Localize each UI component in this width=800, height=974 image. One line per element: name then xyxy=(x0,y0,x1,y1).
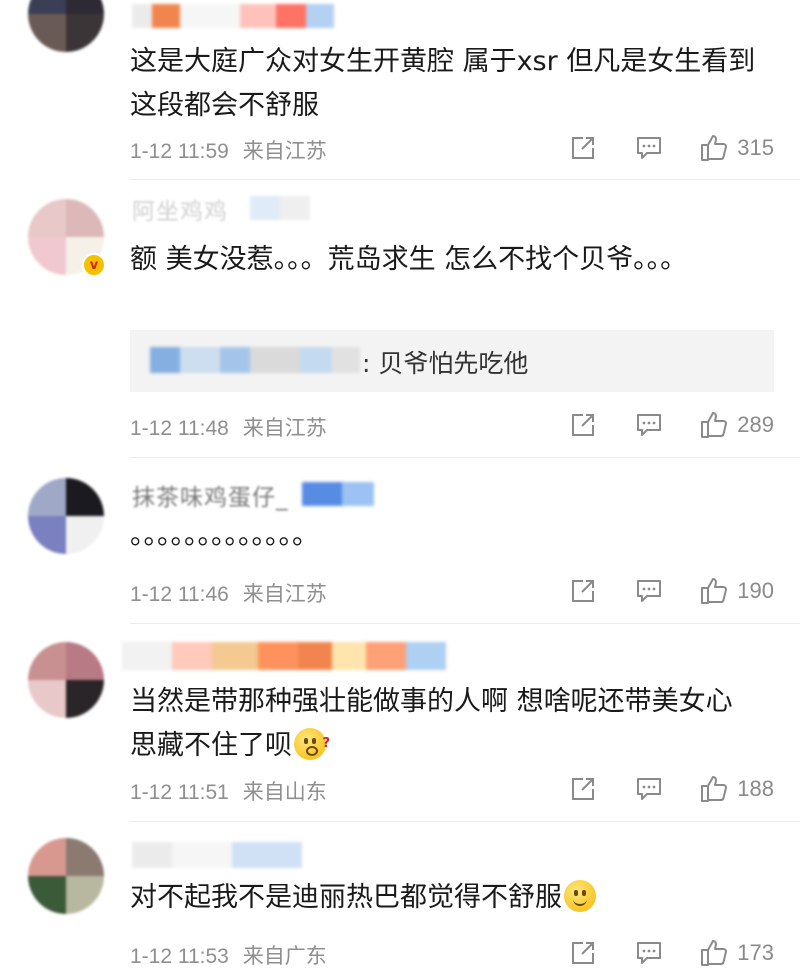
avatar[interactable] xyxy=(28,642,104,718)
like-button[interactable]: 289 xyxy=(699,410,774,440)
like-button[interactable]: 173 xyxy=(699,938,774,968)
share-icon[interactable] xyxy=(569,577,597,605)
avatar-tile xyxy=(28,0,66,14)
avatar-tile xyxy=(66,516,104,554)
emoji-mouth xyxy=(306,746,318,756)
username-redacted[interactable] xyxy=(132,4,334,28)
username[interactable]: 抹茶味鸡蛋仔_ xyxy=(132,478,289,512)
comment-location: 来自江苏 xyxy=(242,417,327,440)
like-button[interactable]: 190 xyxy=(699,576,774,606)
avatar-tile xyxy=(66,14,104,52)
comment-time: 1-12 11:53 xyxy=(130,945,229,968)
comment-text-content: 对不起我不是迪丽热巴都觉得不舒服 xyxy=(130,882,562,913)
username[interactable]: 阿坐鸡鸡 xyxy=(132,192,228,226)
avatar-tile xyxy=(28,642,66,680)
comment-actions: 190 xyxy=(569,576,774,606)
smile-emoji-icon xyxy=(564,880,596,912)
like-count: 289 xyxy=(737,412,774,437)
verified-mark: v xyxy=(89,257,99,273)
comment-text: 这是大庭广众对女生开黄腔 属于xsr 但凡是女生看到这段都会不舒服 xyxy=(130,46,756,121)
avatar-tile xyxy=(28,199,66,237)
verified-badge-icon: v xyxy=(82,253,106,277)
avatar-tile xyxy=(28,680,66,718)
avatar-tile xyxy=(66,838,104,876)
comment-actions: 188 xyxy=(569,774,774,804)
comment-location: 来自江苏 xyxy=(242,583,327,606)
avatar-tile xyxy=(66,0,104,14)
emoji-mouth xyxy=(573,897,587,906)
username-redacted[interactable] xyxy=(132,842,302,868)
comment-icon[interactable] xyxy=(635,134,663,162)
avatar-tile xyxy=(66,876,104,914)
comment-time: 1-12 11:59 xyxy=(130,140,229,163)
share-icon[interactable] xyxy=(569,411,597,439)
avatar-tile xyxy=(28,876,66,914)
comment-location: 来自广东 xyxy=(242,945,327,968)
comment-icon[interactable] xyxy=(635,775,663,803)
comment-actions: 173 xyxy=(569,938,774,968)
avatar-tile xyxy=(28,237,66,275)
username-redacted xyxy=(250,196,310,220)
comment-actions: 289 xyxy=(569,410,774,440)
divider xyxy=(130,457,800,458)
like-count: 190 xyxy=(737,578,774,603)
username-redacted xyxy=(302,482,374,506)
avatar-tile xyxy=(66,680,104,718)
avatar-tile xyxy=(28,14,66,52)
reply-username-redacted xyxy=(150,347,360,373)
username-redacted[interactable] xyxy=(122,642,446,670)
like-count: 315 xyxy=(737,135,774,160)
like-icon xyxy=(701,776,728,802)
comment-text: 当然是带那种强壮能做事的人啊 想啥呢还带美女心思藏不住了呗? xyxy=(130,680,750,768)
avatar-tile xyxy=(28,838,66,876)
like-icon xyxy=(701,578,728,604)
thinking-emoji-icon: ? xyxy=(294,728,330,760)
avatar-tile xyxy=(66,478,104,516)
comment-meta: 1-12 11:53 来自广东 xyxy=(130,940,327,970)
comment-meta: 1-12 11:59 来自江苏 xyxy=(130,135,327,165)
comment-text: 额 美女没惹。。。荒岛求生 怎么不找个贝爷。。。 xyxy=(130,244,688,275)
comment-text: 对不起我不是迪丽热巴都觉得不舒服 xyxy=(130,876,770,920)
divider xyxy=(130,179,800,180)
divider xyxy=(130,821,800,822)
reply-text: : 贝爷怕先吃他 xyxy=(362,349,529,378)
like-button[interactable]: 188 xyxy=(699,774,774,804)
like-icon xyxy=(701,135,728,161)
like-count: 188 xyxy=(737,776,774,801)
avatar-tile xyxy=(66,642,104,680)
avatar-tile xyxy=(28,516,66,554)
like-count: 173 xyxy=(737,940,774,965)
comment-meta: 1-12 11:46 来自江苏 xyxy=(130,578,327,608)
comment-time: 1-12 11:46 xyxy=(130,583,229,606)
comment-text-content: 当然是带那种强壮能做事的人啊 想啥呢还带美女心思藏不住了呗 xyxy=(130,686,733,761)
share-icon[interactable] xyxy=(569,939,597,967)
comment-icon[interactable] xyxy=(635,411,663,439)
reply-preview[interactable]: : 贝爷怕先吃他 xyxy=(130,330,774,392)
avatar[interactable] xyxy=(28,0,104,52)
comment-location: 来自山东 xyxy=(242,781,327,804)
divider xyxy=(130,623,800,624)
comment-icon[interactable] xyxy=(635,577,663,605)
comment-icon[interactable] xyxy=(635,939,663,967)
comment-meta: 1-12 11:48 来自江苏 xyxy=(130,412,327,442)
avatar-tile xyxy=(66,199,104,237)
like-icon xyxy=(701,412,728,438)
share-icon[interactable] xyxy=(569,775,597,803)
comment-meta: 1-12 11:51 来自山东 xyxy=(130,776,327,806)
avatar[interactable] xyxy=(28,838,104,914)
comment-time: 1-12 11:51 xyxy=(130,781,229,804)
like-icon xyxy=(701,940,728,966)
share-icon[interactable] xyxy=(569,134,597,162)
emoji-question-mark: ? xyxy=(322,736,330,751)
like-button[interactable]: 315 xyxy=(699,133,774,163)
comment-location: 来自江苏 xyxy=(242,140,327,163)
comment-text: 。。。。。。。。。。。。。 xyxy=(130,520,319,551)
comment-time: 1-12 11:48 xyxy=(130,417,229,440)
comment-actions: 315 xyxy=(569,133,774,163)
avatar-tile xyxy=(28,478,66,516)
avatar[interactable] xyxy=(28,478,104,554)
